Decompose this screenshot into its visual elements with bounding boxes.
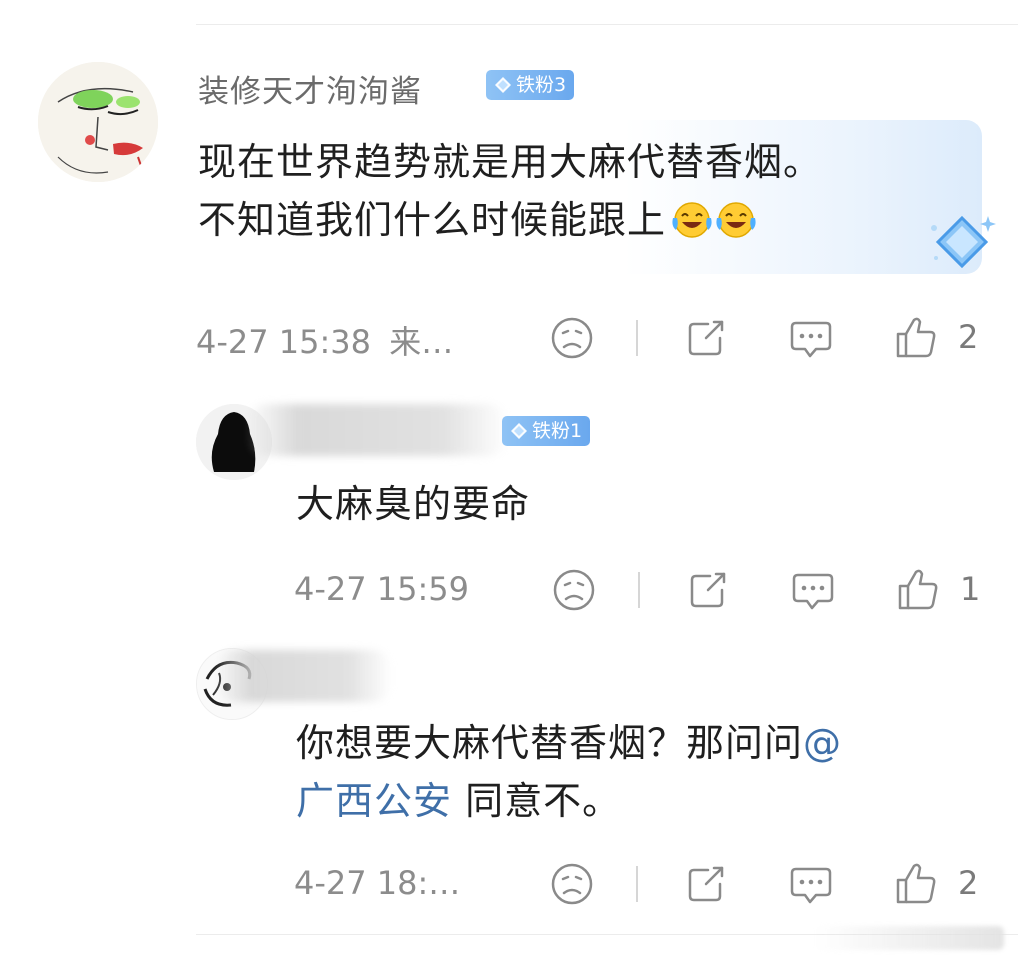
badge-label: 铁粉3 (516, 74, 567, 96)
like-button[interactable]: 2 (894, 860, 978, 906)
diamond-icon (511, 423, 527, 439)
like-count: 2 (958, 864, 979, 902)
redacted-username (216, 650, 392, 702)
diamond-decoration-icon (931, 215, 996, 269)
timestamp: 4-27 18:… (294, 864, 461, 902)
comment-icon (790, 867, 832, 904)
like-count: 1 (960, 570, 981, 608)
avatar[interactable] (38, 62, 158, 182)
comment-meta: 4-27 18:… (294, 864, 460, 902)
comment-icon (790, 321, 832, 358)
thumbs-up-icon (898, 569, 938, 610)
comment-meta: 4-27 15:38 来… (196, 317, 453, 363)
source-label[interactable]: 来… (389, 323, 453, 361)
action-separator (636, 866, 638, 902)
comment-text: 现在世界趋势就是用大麻代替香烟。 不知道我们什么时候能跟上 (198, 133, 958, 249)
dislike-button[interactable] (550, 316, 594, 360)
share-icon (690, 572, 726, 608)
like-button[interactable]: 2 (894, 314, 978, 360)
thumbs-up-icon (896, 317, 936, 358)
sad-face-icon (551, 317, 593, 359)
diamond-icon (495, 77, 511, 93)
mention-link[interactable]: 广西公安 (296, 779, 452, 823)
comment-icon (792, 573, 834, 610)
share-button[interactable] (684, 316, 728, 360)
fan-badge[interactable]: 铁粉1 (502, 416, 591, 446)
action-separator (638, 572, 640, 608)
share-button[interactable] (684, 862, 728, 906)
laughing-crying-emoji-icon (716, 202, 756, 238)
redacted-username (246, 404, 508, 456)
top-divider (196, 24, 1018, 25)
like-count: 2 (958, 318, 979, 356)
badge-label: 铁粉1 (532, 420, 583, 442)
username[interactable]: 装修天才洵洵酱 (198, 66, 422, 111)
action-separator (636, 320, 638, 356)
sad-face-icon (553, 569, 595, 611)
comment-text-line-1: 现在世界趋势就是用大麻代替香烟。 (198, 140, 823, 184)
timestamp: 4-27 15:59 (294, 570, 470, 608)
comment-text-line-2: 不知道我们什么时候能跟上 (198, 191, 958, 249)
timestamp: 4-27 15:38 (196, 323, 372, 361)
comment-meta: 4-27 15:59 (294, 570, 469, 608)
reply-button[interactable] (788, 862, 834, 908)
fan-badge[interactable]: 铁粉3 (486, 70, 575, 100)
laughing-crying-emoji-icon (672, 202, 712, 238)
reply-button[interactable] (790, 568, 836, 614)
thumbs-up-icon (896, 863, 936, 904)
comment-text-prefix: 你想要大麻代替香烟？那问问 (296, 721, 804, 765)
like-button[interactable]: 1 (896, 566, 980, 612)
share-icon (688, 866, 724, 902)
comment-text-suffix: 同意不。 (452, 779, 622, 823)
reply-button[interactable] (788, 316, 834, 362)
share-button[interactable] (686, 568, 730, 612)
dislike-button[interactable] (552, 568, 596, 612)
sketch-face-avatar-icon (38, 62, 158, 182)
sad-face-icon (551, 863, 593, 905)
watermark (814, 926, 1004, 950)
comment-text: 你想要大麻代替香烟？那问问@ 广西公安 同意不。 (296, 714, 976, 830)
share-icon (688, 320, 724, 356)
mention-at[interactable]: @ (803, 721, 842, 765)
dislike-button[interactable] (550, 862, 594, 906)
comment-text: 大麻臭的要命 (296, 482, 531, 526)
